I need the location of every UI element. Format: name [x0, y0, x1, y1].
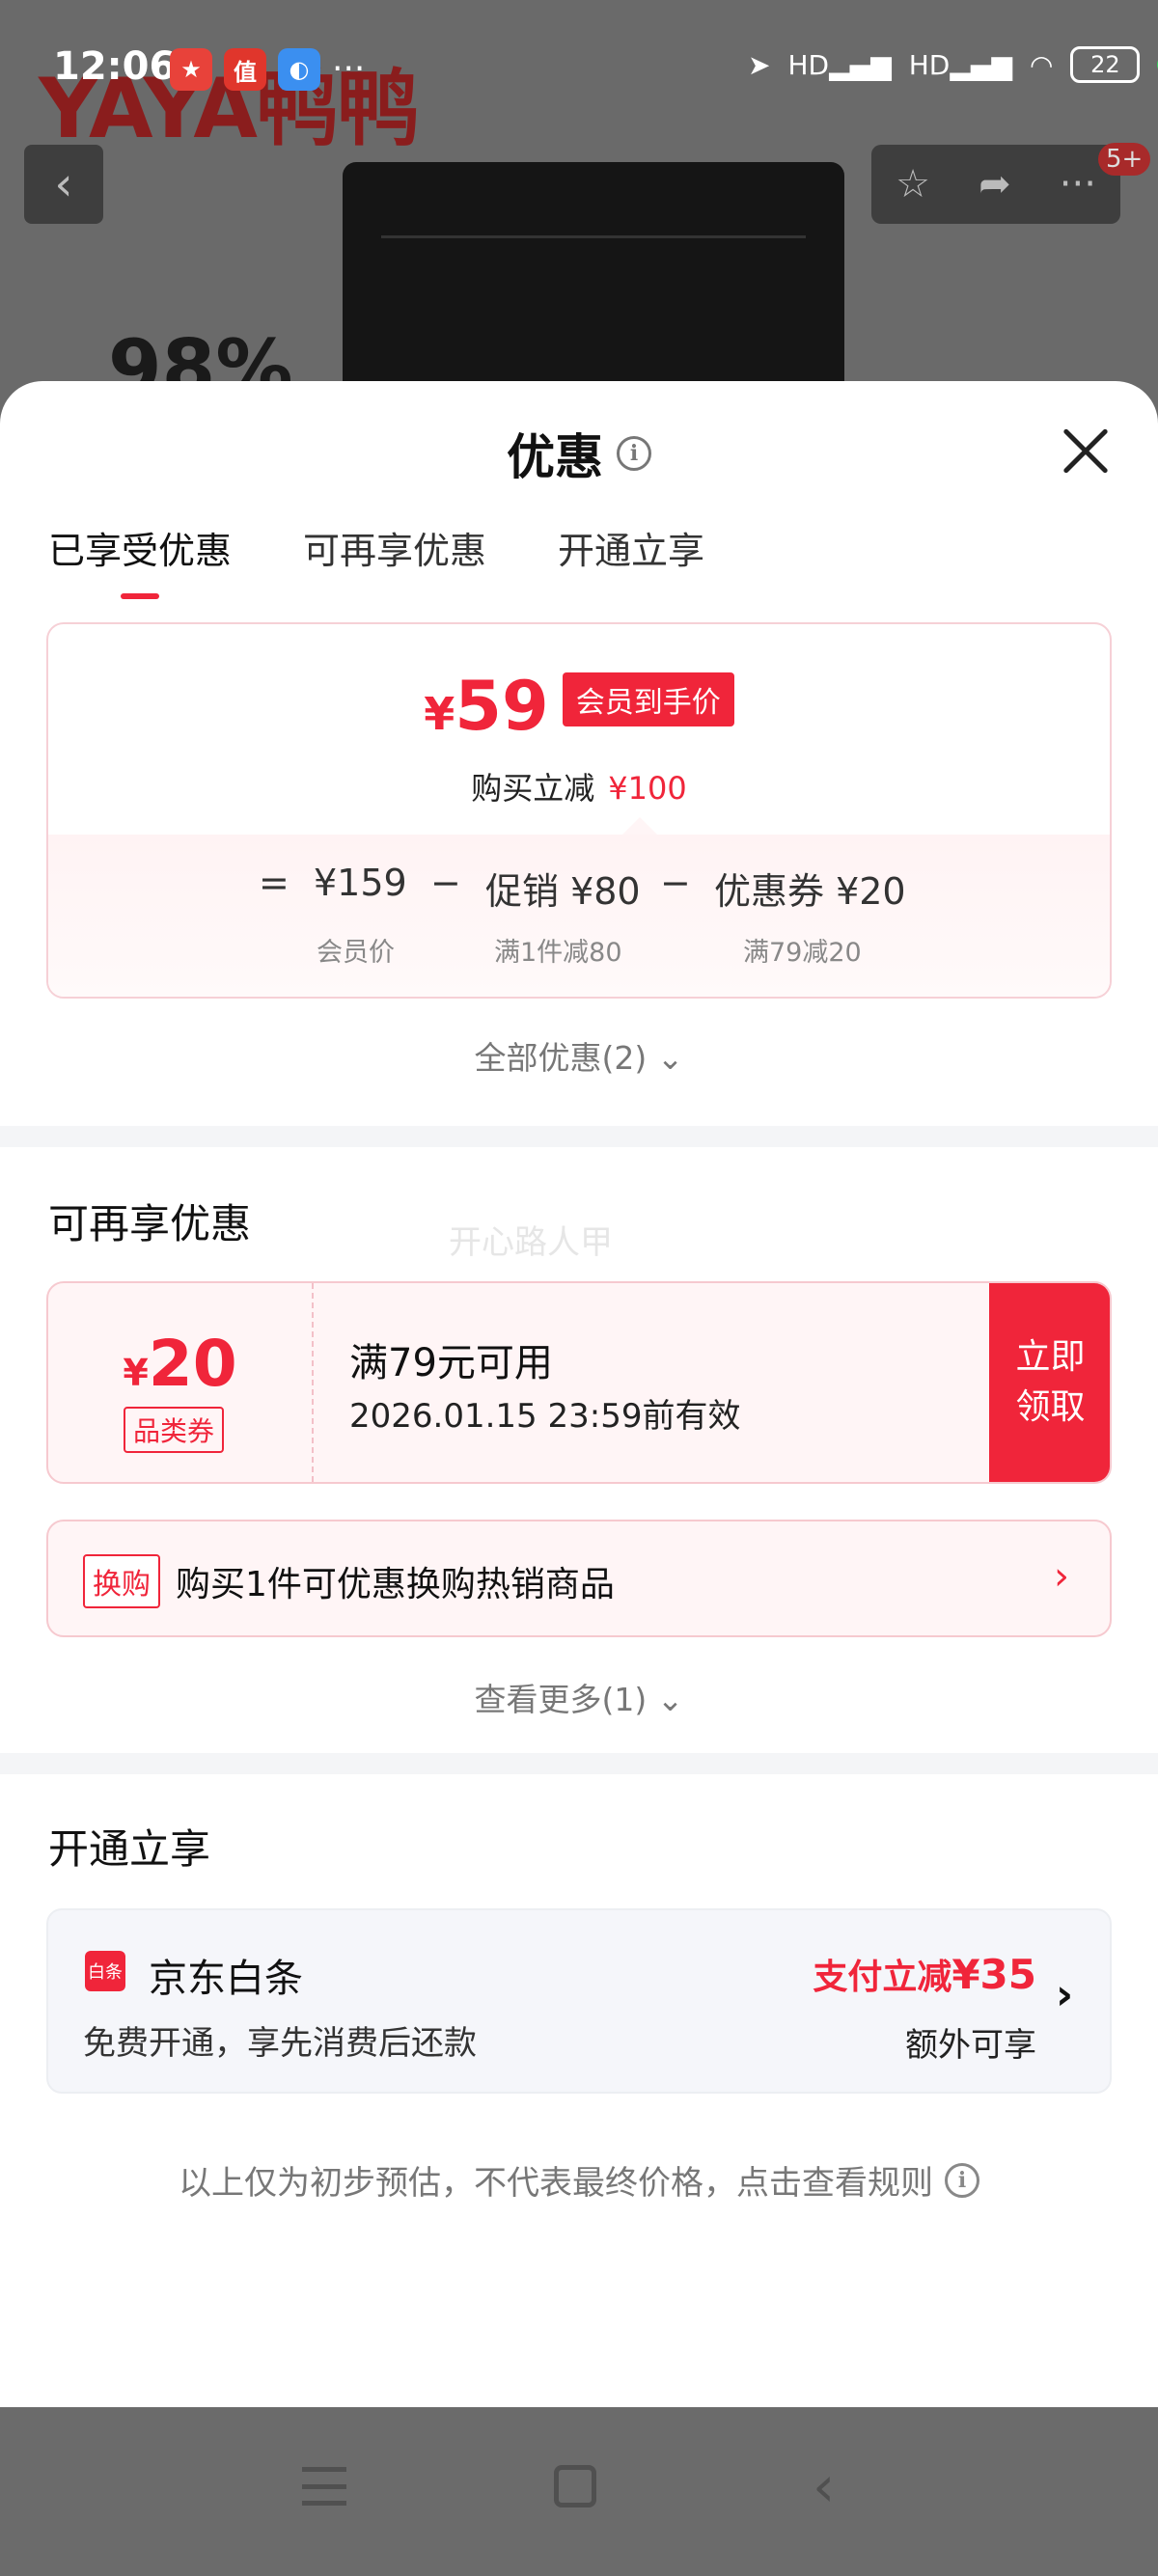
disclaimer[interactable]: 以上仅为初步预估，不代表最终价格，点击查看规则 i — [0, 2156, 1158, 2204]
status-bar: 12:06 ★ 值 ◐ ··· ➤ HD▂▄▆ HD▂▄▆ ◠ 22 — [0, 0, 1158, 135]
coupon-type-badge: 品类券 — [124, 1407, 225, 1453]
formula-operator-minus-2: − — [660, 862, 691, 904]
location-icon: ➤ — [748, 48, 771, 81]
product-actions: ☆ ➦ ··· — [871, 145, 1120, 224]
more-icon[interactable]: ··· — [1060, 162, 1096, 206]
home-icon[interactable] — [554, 2465, 596, 2507]
battery-icon: 22 — [1070, 46, 1141, 83]
section-divider-2 — [0, 1753, 1158, 1774]
final-price-area: ¥59 会员到手价 购买立减 ¥100 — [48, 624, 1110, 836]
view-more-link[interactable]: 查看更多(1) ⌄ — [0, 1674, 1158, 1720]
signal-icon-1: HD▂▄▆ — [787, 48, 892, 81]
baitiao-icon: 白条 — [85, 1951, 125, 1991]
tab-enjoyed-offers[interactable]: 已享受优惠 — [48, 521, 232, 599]
sheet-header: 优惠 i — [0, 420, 1158, 487]
coupon-amount-area: ¥20 品类券 — [48, 1283, 314, 1482]
final-price-row: ¥59 会员到手价 — [48, 672, 1110, 740]
more-notifications-icon: ··· — [332, 49, 366, 89]
chevron-right-icon: › — [1054, 1554, 1069, 1599]
exchange-offer-row[interactable]: 换购 购买1件可优惠换购热销商品 › — [46, 1520, 1112, 1637]
chevron-right-icon: › — [1056, 1970, 1074, 2019]
baitiao-name: 京东白条 — [149, 1957, 303, 2001]
baitiao-extra: 额外可享 — [905, 2026, 1036, 2065]
star-icon[interactable]: ☆ — [896, 162, 930, 206]
more-offers-title: 可再享优惠 — [48, 1200, 252, 1247]
promotion-label: 满1件减80 — [494, 938, 622, 968]
open-offers-title: 开通立享 — [48, 1825, 211, 1873]
coupon-validity: 2026.01.15 23:59前有效 — [349, 1397, 741, 1436]
status-app-icons: ★ 值 ◐ ··· — [170, 48, 365, 91]
back-icon[interactable]: ‹ — [24, 145, 103, 224]
exchange-text: 购买1件可优惠换购热销商品 — [176, 1565, 615, 1604]
all-offers-link[interactable]: 全部优惠(2) ⌄ — [0, 1032, 1158, 1079]
signal-icon-2: HD▂▄▆ — [908, 48, 1012, 81]
info-icon[interactable]: i — [617, 436, 651, 471]
browser-app-icon: ◐ — [278, 48, 320, 91]
baitiao-promo: 支付立减¥35 — [813, 1951, 1036, 1998]
coupon-label: 满79减20 — [743, 938, 862, 968]
saving-label: 购买立减 — [471, 770, 595, 807]
exchange-tag: 换购 — [83, 1554, 160, 1608]
claim-coupon-button[interactable]: 立即领取 — [989, 1283, 1110, 1482]
final-price: ¥59 — [424, 667, 549, 746]
baitiao-desc: 免费开通，享先消费后还款 — [83, 2024, 477, 2063]
tab-open-offers[interactable]: 开通立享 — [558, 521, 704, 599]
coupon-amount: ¥20 — [123, 1327, 237, 1401]
disclaimer-text: 以上仅为初步预估，不代表最终价格，点击查看规则 — [179, 2164, 933, 2203]
close-icon[interactable] — [1062, 427, 1110, 476]
price-formula: = ¥159 会员价 − 促销 ¥80 满1件减80 − 优惠券 ¥20 满79… — [48, 835, 1110, 997]
notification-badge: 5+ — [1098, 143, 1151, 176]
promotion-value: 促销 ¥80 — [485, 870, 641, 913]
member-price-tag: 会员到手价 — [562, 672, 734, 726]
product-image — [343, 162, 844, 394]
offers-sheet: 优惠 i 已享受优惠 可再享优惠 开通立享 ¥59 会员到手价 购买立减 ¥100… — [0, 381, 1158, 2407]
tab-more-offers[interactable]: 可再享优惠 — [303, 521, 486, 599]
info-icon[interactable]: i — [945, 2162, 979, 2198]
share-icon[interactable]: ➦ — [979, 162, 1011, 206]
caret-pointer — [622, 817, 657, 835]
member-price-value: ¥159 — [314, 862, 407, 904]
chevron-down-icon: ⌄ — [656, 1681, 684, 1718]
status-time: 12:06 — [53, 44, 177, 89]
recent-apps-icon[interactable] — [302, 2467, 346, 2506]
system-nav-bar: ‹ — [0, 2407, 1158, 2576]
formula-operator-minus-1: − — [430, 862, 461, 904]
coupon-condition: 满79元可用 — [349, 1341, 553, 1385]
zhi-app-icon: 值 — [224, 48, 266, 91]
baitiao-card[interactable]: 白条 京东白条 免费开通，享先消费后还款 支付立减¥35 额外可享 › — [46, 1908, 1112, 2094]
offer-tabs: 已享受优惠 可再享优惠 开通立享 — [48, 521, 704, 599]
member-price-label: 会员价 — [317, 938, 395, 968]
saving-row: 购买立减 ¥100 — [48, 764, 1110, 808]
sheet-title: 优惠 — [507, 429, 603, 485]
coupon-card: ¥20 品类券 满79元可用 2026.01.15 23:59前有效 立即领取 — [46, 1281, 1112, 1484]
section-divider-1 — [0, 1126, 1158, 1147]
status-right: ➤ HD▂▄▆ HD▂▄▆ ◠ 22 — [748, 46, 1158, 83]
formula-operator-equals: = — [259, 862, 290, 904]
coupon-value: 优惠券 ¥20 — [714, 870, 906, 913]
app-notification-icon: ★ — [170, 48, 212, 91]
saving-value: ¥100 — [608, 770, 687, 807]
chevron-down-icon: ⌄ — [656, 1039, 684, 1077]
wifi-icon: ◠ — [1029, 48, 1054, 81]
watermark-text: 开心路人甲 — [449, 1223, 613, 1262]
back-nav-icon[interactable]: ‹ — [813, 2458, 835, 2514]
price-summary-card: ¥59 会员到手价 购买立减 ¥100 = ¥159 会员价 − 促销 ¥80 满… — [46, 622, 1112, 999]
